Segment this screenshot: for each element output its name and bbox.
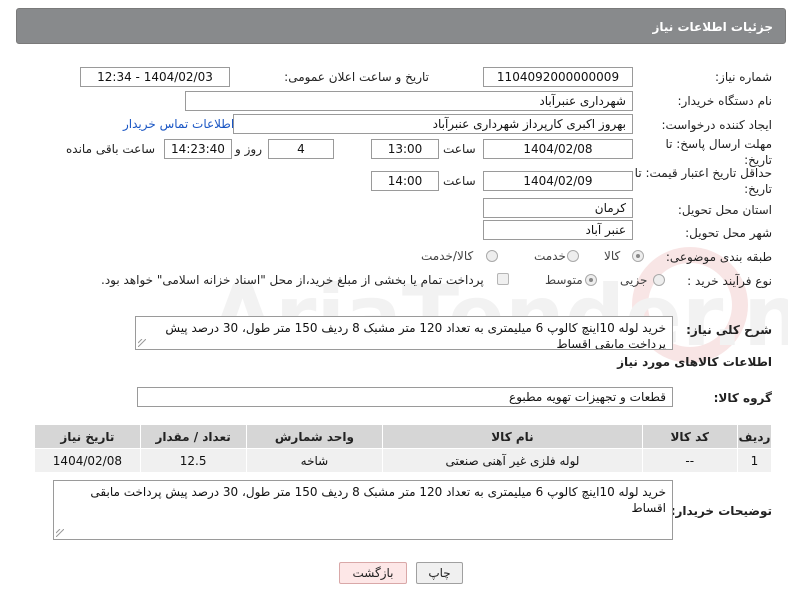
- reply-deadline-date-field[interactable]: 1404/02/08: [483, 139, 633, 159]
- category-radio-service[interactable]: [567, 250, 579, 262]
- col-row: ردیف: [736, 424, 773, 449]
- page-header: جزئیات اطلاعات نیاز: [16, 8, 786, 44]
- cell-name: لوله فلزی غیر آهنی صنعتی: [382, 448, 643, 473]
- cell-unit: شاخه: [245, 448, 384, 473]
- table-header-row: ردیف کد کالا نام کالا واحد شمارش تعداد /…: [34, 424, 773, 449]
- description-label: شرح کلی نیاز:: [686, 323, 772, 337]
- price-validity-date-field[interactable]: 1404/02/09: [483, 171, 633, 191]
- resize-grip-icon[interactable]: [138, 339, 146, 347]
- resize-grip-icon[interactable]: [56, 529, 64, 537]
- delivery-city-label: شهر محل تحویل:: [685, 226, 772, 240]
- reply-deadline-time-label: ساعت: [443, 142, 476, 156]
- col-code: کد کالا: [641, 424, 738, 449]
- col-need-date: تاریخ نیاز: [34, 424, 141, 449]
- reply-deadline-label: مهلت ارسال پاسخ: تا تاریخ:: [665, 137, 772, 167]
- price-validity-label: حداقل تاریخ اعتبار قیمت: تا تاریخ:: [634, 166, 772, 196]
- process-radio-minor[interactable]: [653, 274, 665, 286]
- delivery-city-field[interactable]: عنبر آباد: [483, 220, 633, 240]
- buyer-notes-label: توضیحات خریدار:: [670, 504, 772, 518]
- cell-need-date: 1404/02/08: [34, 448, 141, 473]
- requester-label: ایجاد کننده درخواست:: [661, 118, 772, 132]
- buyer-org-field[interactable]: شهرداری عنبرآباد: [185, 91, 633, 111]
- goods-group-field[interactable]: قطعات و تجهیزات تهویه مطبوع: [137, 387, 673, 407]
- col-name: نام کالا: [382, 424, 643, 449]
- process-radio-medium[interactable]: [585, 274, 597, 286]
- table-row[interactable]: 1 -- لوله فلزی غیر آهنی صنعتی شاخه 12.5 …: [34, 448, 773, 473]
- announce-datetime-label: تاریخ و ساعت اعلان عمومی:: [284, 70, 429, 84]
- purchase-process-label: نوع فرآیند خرید :: [687, 274, 772, 288]
- category-option-service: خدمت: [534, 249, 566, 263]
- treasury-note: پرداخت تمام یا بخشی از مبلغ خرید،از محل …: [101, 273, 484, 287]
- remaining-time-label: ساعت باقی مانده: [66, 142, 156, 156]
- cell-row: 1: [736, 448, 773, 473]
- category-option-goods-service: کالا/خدمت: [421, 249, 474, 263]
- remaining-days-label: روز و: [235, 142, 262, 156]
- delivery-province-field[interactable]: کرمان: [483, 198, 633, 218]
- delivery-province-label: استان محل تحویل:: [677, 203, 772, 217]
- requester-field[interactable]: بهروز اکبری کارپرداز شهرداری عنبرآباد: [233, 114, 633, 134]
- cell-quantity: 12.5: [139, 448, 247, 473]
- print-button[interactable]: چاپ: [416, 562, 463, 584]
- process-option-minor: جزیی: [620, 273, 648, 287]
- goods-table: ردیف کد کالا نام کالا واحد شمارش تعداد /…: [34, 424, 773, 473]
- buyer-org-label: نام دستگاه خریدار:: [677, 94, 773, 108]
- col-quantity: تعداد / مقدار: [139, 424, 247, 449]
- category-option-goods: کالا: [604, 249, 621, 263]
- reply-deadline-time-field[interactable]: 13:00: [371, 139, 439, 159]
- col-unit: واحد شمارش: [245, 424, 384, 449]
- announce-datetime-field[interactable]: 1404/02/03 - 12:34: [80, 67, 230, 87]
- cell-code: --: [641, 448, 738, 473]
- price-validity-time-label: ساعت: [443, 174, 476, 188]
- description-text: خرید لوله 10اینچ کالوپ 6 میلیمتری به تعد…: [165, 321, 666, 350]
- category-radio-goods-service[interactable]: [486, 250, 498, 262]
- need-number-label: شماره نیاز:: [715, 70, 772, 84]
- price-validity-time-field[interactable]: 14:00: [371, 171, 439, 191]
- buyer-contact-link[interactable]: اطلاعات تماس خریدار: [123, 117, 234, 131]
- category-label: طبقه بندی موضوعی:: [665, 250, 772, 264]
- category-radio-goods[interactable]: [632, 250, 644, 262]
- remaining-time-field[interactable]: 14:23:40: [164, 139, 232, 159]
- description-textarea[interactable]: خرید لوله 10اینچ کالوپ 6 میلیمتری به تعد…: [135, 316, 673, 350]
- goods-group-label: گروه کالا:: [713, 391, 772, 405]
- buyer-notes-textarea[interactable]: خرید لوله 10اینچ کالوپ 6 میلیمتری به تعد…: [53, 480, 673, 540]
- buyer-notes-text: خرید لوله 10اینچ کالوپ 6 میلیمتری به تعد…: [90, 485, 666, 515]
- remaining-days-field[interactable]: 4: [268, 139, 334, 159]
- treasury-checkbox[interactable]: [497, 273, 509, 285]
- process-option-medium: متوسط: [545, 273, 583, 287]
- back-button[interactable]: بازگشت: [339, 562, 407, 584]
- page-title: جزئیات اطلاعات نیاز: [652, 20, 773, 34]
- need-number-field[interactable]: 1104092000000009: [483, 67, 633, 87]
- goods-section-title: اطلاعات کالاهای مورد نیاز: [617, 355, 772, 369]
